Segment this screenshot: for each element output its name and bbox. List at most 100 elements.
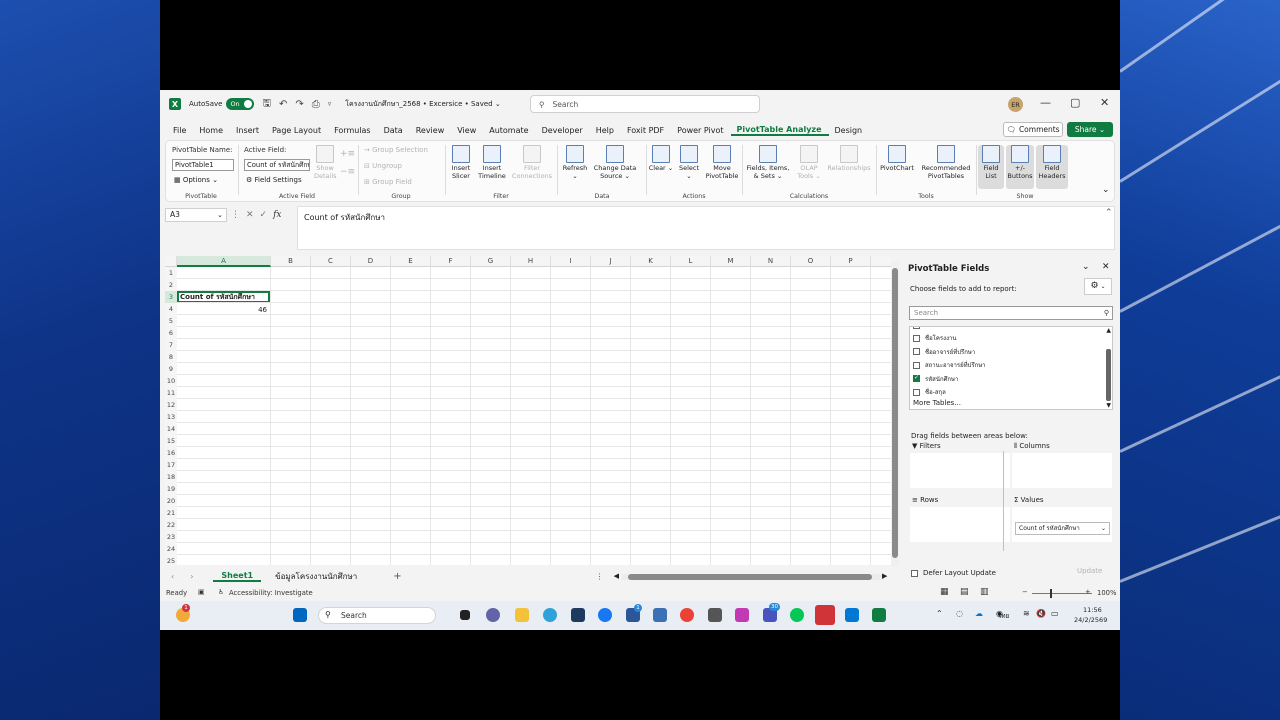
column-header-a[interactable]: A xyxy=(177,256,271,267)
tab-page-layout[interactable]: Page Layout xyxy=(266,126,328,135)
row-header-24[interactable]: 24 xyxy=(165,543,177,555)
file-explorer-icon[interactable] xyxy=(515,608,529,622)
field-checkbox[interactable] xyxy=(913,361,920,369)
row-header-7[interactable]: 7 xyxy=(165,339,177,351)
row-header-19[interactable]: 19 xyxy=(165,483,177,495)
row-header-18[interactable]: 18 xyxy=(165,471,177,483)
autosave-toggle[interactable]: On xyxy=(226,98,255,110)
row-header-1[interactable]: 1 xyxy=(165,267,177,279)
pane-close-icon[interactable]: ✕ xyxy=(1102,262,1110,272)
group-field-button[interactable]: ⊞ Group Field xyxy=(364,178,412,186)
accessibility-status[interactable]: Accessibility: Investigate xyxy=(229,589,313,597)
row-header-20[interactable]: 20 xyxy=(165,495,177,507)
row-header-17[interactable]: 17 xyxy=(165,459,177,471)
field-item[interactable]: ชื่อโครงงาน xyxy=(913,333,956,343)
vertical-scroll-thumb[interactable] xyxy=(892,268,898,558)
scroll-down-icon[interactable]: ▼ xyxy=(1106,402,1111,409)
field-item[interactable]: ชื่อ-สกุล xyxy=(913,387,946,397)
wifi-icon[interactable]: ≋ xyxy=(1023,609,1030,618)
share-button[interactable]: Share ⌄ xyxy=(1067,122,1113,137)
field-checkbox[interactable] xyxy=(913,334,920,342)
volume-icon[interactable]: 🔇 xyxy=(1036,609,1046,618)
column-header-k[interactable]: K xyxy=(631,256,671,267)
expand-field-icon[interactable]: +≡ xyxy=(340,149,355,159)
clock-time[interactable]: 11:56 xyxy=(1083,606,1102,614)
row-header-23[interactable]: 23 xyxy=(165,531,177,543)
avatar[interactable]: ER xyxy=(1008,97,1023,112)
formula-collapse-icon[interactable]: ⌃ xyxy=(1105,208,1113,218)
enter-icon[interactable]: ✓ xyxy=(260,210,268,220)
document-title[interactable]: โครงงานนักศึกษา_2568 • Excersice • Saved… xyxy=(345,99,500,110)
row-header-4[interactable]: 4 xyxy=(165,303,177,315)
minimize-button[interactable]: — xyxy=(1040,96,1051,109)
chrome-icon[interactable] xyxy=(680,608,694,622)
taskbar-search-input[interactable]: Search xyxy=(318,607,436,624)
row-header-11[interactable]: 11 xyxy=(165,387,177,399)
plus-minus-buttons-button[interactable]: +/- Buttons xyxy=(1006,145,1034,189)
active-field-input[interactable]: Count of รหัสนักศึกษา xyxy=(244,159,310,171)
row-header-13[interactable]: 13 xyxy=(165,411,177,423)
row-header-14[interactable]: 14 xyxy=(165,423,177,435)
column-header-e[interactable]: E xyxy=(391,256,431,267)
refresh-button[interactable]: Refresh ⌄ xyxy=(561,145,589,180)
ungroup-button[interactable]: ⊟ Ungroup xyxy=(364,162,402,170)
prev-sheet-icon[interactable]: ‹ xyxy=(171,572,174,581)
microsoft-store-icon[interactable] xyxy=(571,608,585,622)
columns-area[interactable]: ⦀ Columns xyxy=(1012,442,1112,489)
macro-record-icon[interactable]: ▣ xyxy=(198,588,204,596)
print-preview-icon[interactable]: ⎙ xyxy=(312,99,320,110)
tab-data[interactable]: Data xyxy=(378,126,410,135)
edge-icon[interactable] xyxy=(543,608,557,622)
layout-settings-button[interactable]: ⚙ ⌄ xyxy=(1084,278,1112,295)
scroll-left-icon[interactable]: ◀ xyxy=(614,572,619,580)
mail-icon[interactable] xyxy=(653,608,667,622)
recommended-pivottables-button[interactable]: Recommended PivotTables xyxy=(918,145,974,180)
update-button[interactable]: Update xyxy=(1077,567,1102,575)
column-header-c[interactable]: C xyxy=(311,256,351,267)
row-header-12[interactable]: 12 xyxy=(165,399,177,411)
field-list-button[interactable]: Field List xyxy=(978,145,1004,189)
tab-file[interactable]: File xyxy=(167,126,193,135)
zoom-slider-knob[interactable] xyxy=(1050,589,1052,598)
calculator-icon[interactable] xyxy=(708,608,722,622)
onedrive-icon[interactable]: ☁ xyxy=(975,609,983,618)
relationships-button[interactable]: Relationships xyxy=(826,145,872,172)
row-header-8[interactable]: 8 xyxy=(165,351,177,363)
defer-checkbox[interactable] xyxy=(911,569,918,577)
formula-input[interactable]: Count of รหัสนักศึกษา xyxy=(297,206,1115,250)
language-indicator[interactable]: ไทย xyxy=(998,611,1009,621)
clear-button[interactable]: Clear ⌄ xyxy=(648,145,674,172)
ribbon-collapse-icon[interactable]: ⌄ xyxy=(1102,185,1110,195)
tab-view[interactable]: View xyxy=(451,126,483,135)
tab-insert[interactable]: Insert xyxy=(230,126,266,135)
olap-tools-button[interactable]: OLAP Tools ⌄ xyxy=(794,145,824,180)
excel-taskbar-icon[interactable] xyxy=(872,608,886,622)
zoom-out-icon[interactable]: − xyxy=(1022,588,1028,596)
close-button[interactable]: ✕ xyxy=(1100,96,1109,109)
copilot-icon[interactable] xyxy=(735,608,749,622)
tab-developer[interactable]: Developer xyxy=(536,126,590,135)
horizontal-scrollbar[interactable] xyxy=(622,574,884,580)
row-header-16[interactable]: 16 xyxy=(165,447,177,459)
field-item-partial[interactable] xyxy=(913,327,925,329)
tray-app-icon[interactable]: ◌ xyxy=(956,609,963,618)
move-pivottable-button[interactable]: Move PivotTable xyxy=(704,145,740,180)
row-header-6[interactable]: 6 xyxy=(165,327,177,339)
values-drop-zone[interactable]: Count of รหัสนักศึกษา ⌄ xyxy=(1012,507,1112,542)
row-header-5[interactable]: 5 xyxy=(165,315,177,327)
line-icon[interactable] xyxy=(790,608,804,622)
zoom-level[interactable]: 100% xyxy=(1097,589,1116,597)
field-checkbox[interactable] xyxy=(913,348,920,355)
tab-formulas[interactable]: Formulas xyxy=(328,126,378,135)
row-header-2[interactable]: 2 xyxy=(165,279,177,291)
outlook-icon[interactable] xyxy=(845,608,859,622)
column-header-g[interactable]: G xyxy=(471,256,511,267)
task-view-icon[interactable] xyxy=(460,610,470,620)
field-search-input[interactable]: Search ⚲ xyxy=(909,306,1113,320)
tab-power-pivot[interactable]: Power Pivot xyxy=(671,126,730,135)
field-headers-button[interactable]: Field Headers xyxy=(1036,145,1068,189)
restore-button[interactable]: ▢ xyxy=(1070,96,1080,109)
scroll-right-icon[interactable]: ▶ xyxy=(882,572,887,580)
filter-connections-button[interactable]: Filter Connections xyxy=(511,145,553,180)
columns-drop-zone[interactable] xyxy=(1012,453,1112,488)
